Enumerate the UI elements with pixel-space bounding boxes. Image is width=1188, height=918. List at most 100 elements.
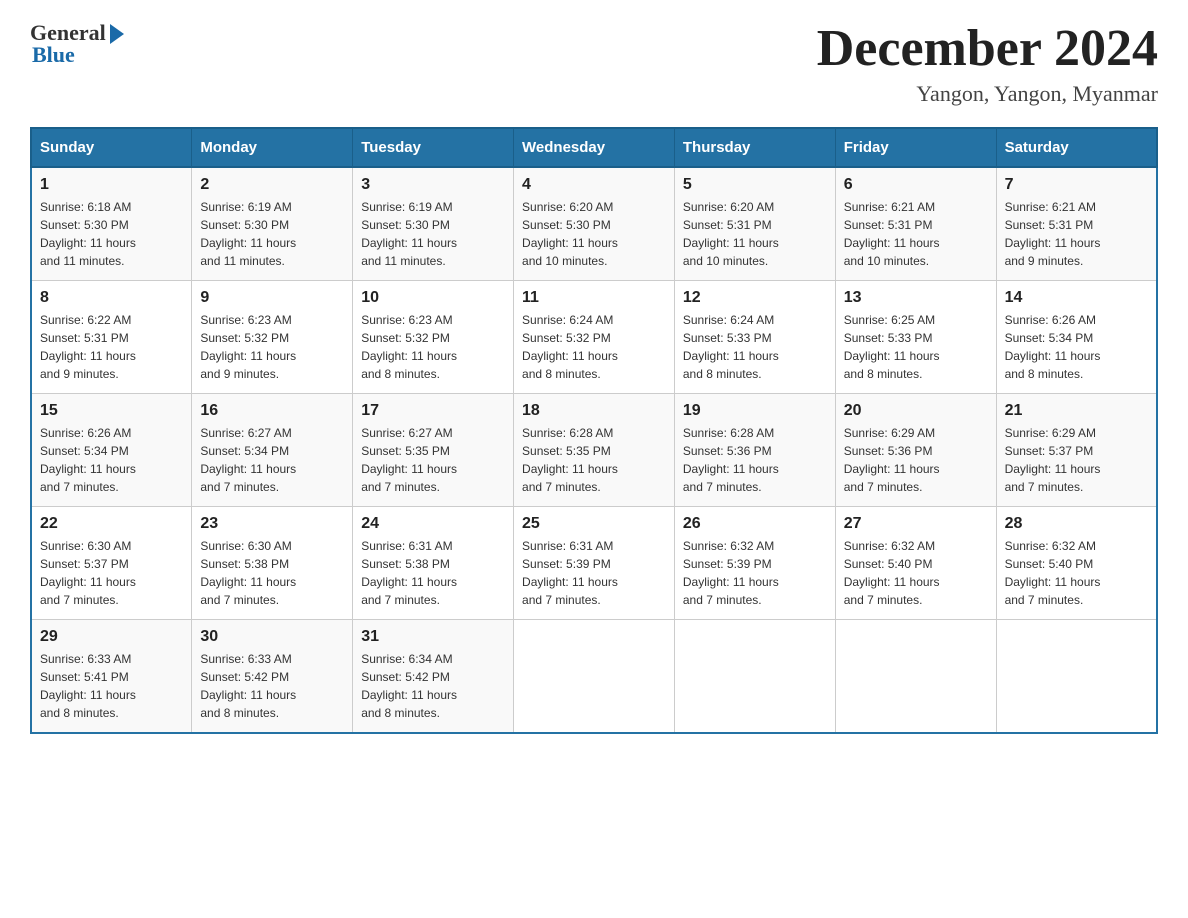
calendar-cell: 4 Sunrise: 6:20 AMSunset: 5:30 PMDayligh…	[514, 167, 675, 281]
day-number: 4	[522, 176, 666, 194]
day-info: Sunrise: 6:29 AMSunset: 5:37 PMDaylight:…	[1005, 426, 1101, 494]
title-section: December 2024 Yangon, Yangon, Myanmar	[817, 20, 1158, 107]
day-number: 2	[200, 176, 344, 194]
calendar-cell: 3 Sunrise: 6:19 AMSunset: 5:30 PMDayligh…	[353, 167, 514, 281]
day-number: 29	[40, 628, 183, 646]
header-day-tuesday: Tuesday	[353, 128, 514, 167]
logo-blue-text: Blue	[30, 42, 75, 68]
week-row-4: 22 Sunrise: 6:30 AMSunset: 5:37 PMDaylig…	[31, 507, 1157, 620]
day-number: 19	[683, 402, 827, 420]
day-number: 20	[844, 402, 988, 420]
day-info: Sunrise: 6:24 AMSunset: 5:33 PMDaylight:…	[683, 313, 779, 381]
calendar-cell	[835, 620, 996, 734]
day-number: 23	[200, 515, 344, 533]
day-info: Sunrise: 6:27 AMSunset: 5:34 PMDaylight:…	[200, 426, 296, 494]
day-number: 1	[40, 176, 183, 194]
day-info: Sunrise: 6:20 AMSunset: 5:30 PMDaylight:…	[522, 200, 618, 268]
week-row-2: 8 Sunrise: 6:22 AMSunset: 5:31 PMDayligh…	[31, 281, 1157, 394]
day-info: Sunrise: 6:32 AMSunset: 5:40 PMDaylight:…	[1005, 539, 1101, 607]
week-row-5: 29 Sunrise: 6:33 AMSunset: 5:41 PMDaylig…	[31, 620, 1157, 734]
day-info: Sunrise: 6:20 AMSunset: 5:31 PMDaylight:…	[683, 200, 779, 268]
calendar-cell: 6 Sunrise: 6:21 AMSunset: 5:31 PMDayligh…	[835, 167, 996, 281]
day-info: Sunrise: 6:28 AMSunset: 5:36 PMDaylight:…	[683, 426, 779, 494]
day-info: Sunrise: 6:26 AMSunset: 5:34 PMDaylight:…	[1005, 313, 1101, 381]
calendar-cell: 5 Sunrise: 6:20 AMSunset: 5:31 PMDayligh…	[674, 167, 835, 281]
calendar-cell: 22 Sunrise: 6:30 AMSunset: 5:37 PMDaylig…	[31, 507, 192, 620]
logo-arrow-icon	[110, 24, 124, 44]
day-number: 5	[683, 176, 827, 194]
header-day-wednesday: Wednesday	[514, 128, 675, 167]
calendar-cell: 15 Sunrise: 6:26 AMSunset: 5:34 PMDaylig…	[31, 394, 192, 507]
day-number: 9	[200, 289, 344, 307]
month-title: December 2024	[817, 20, 1158, 77]
calendar-cell: 7 Sunrise: 6:21 AMSunset: 5:31 PMDayligh…	[996, 167, 1157, 281]
day-number: 13	[844, 289, 988, 307]
day-number: 26	[683, 515, 827, 533]
calendar-cell: 19 Sunrise: 6:28 AMSunset: 5:36 PMDaylig…	[674, 394, 835, 507]
day-info: Sunrise: 6:30 AMSunset: 5:38 PMDaylight:…	[200, 539, 296, 607]
calendar-cell: 9 Sunrise: 6:23 AMSunset: 5:32 PMDayligh…	[192, 281, 353, 394]
calendar-cell: 20 Sunrise: 6:29 AMSunset: 5:36 PMDaylig…	[835, 394, 996, 507]
day-number: 10	[361, 289, 505, 307]
page-header: General Blue December 2024 Yangon, Yango…	[30, 20, 1158, 107]
day-info: Sunrise: 6:33 AMSunset: 5:41 PMDaylight:…	[40, 652, 136, 720]
day-info: Sunrise: 6:33 AMSunset: 5:42 PMDaylight:…	[200, 652, 296, 720]
day-info: Sunrise: 6:29 AMSunset: 5:36 PMDaylight:…	[844, 426, 940, 494]
day-info: Sunrise: 6:32 AMSunset: 5:39 PMDaylight:…	[683, 539, 779, 607]
logo: General Blue	[30, 20, 124, 68]
day-info: Sunrise: 6:21 AMSunset: 5:31 PMDaylight:…	[844, 200, 940, 268]
day-info: Sunrise: 6:21 AMSunset: 5:31 PMDaylight:…	[1005, 200, 1101, 268]
calendar-cell: 12 Sunrise: 6:24 AMSunset: 5:33 PMDaylig…	[674, 281, 835, 394]
calendar-table: SundayMondayTuesdayWednesdayThursdayFrid…	[30, 127, 1158, 734]
day-info: Sunrise: 6:25 AMSunset: 5:33 PMDaylight:…	[844, 313, 940, 381]
day-number: 17	[361, 402, 505, 420]
day-info: Sunrise: 6:32 AMSunset: 5:40 PMDaylight:…	[844, 539, 940, 607]
calendar-cell: 14 Sunrise: 6:26 AMSunset: 5:34 PMDaylig…	[996, 281, 1157, 394]
calendar-cell: 1 Sunrise: 6:18 AMSunset: 5:30 PMDayligh…	[31, 167, 192, 281]
day-info: Sunrise: 6:28 AMSunset: 5:35 PMDaylight:…	[522, 426, 618, 494]
calendar-cell: 28 Sunrise: 6:32 AMSunset: 5:40 PMDaylig…	[996, 507, 1157, 620]
day-info: Sunrise: 6:23 AMSunset: 5:32 PMDaylight:…	[361, 313, 457, 381]
calendar-cell: 31 Sunrise: 6:34 AMSunset: 5:42 PMDaylig…	[353, 620, 514, 734]
calendar-cell: 16 Sunrise: 6:27 AMSunset: 5:34 PMDaylig…	[192, 394, 353, 507]
calendar-cell: 24 Sunrise: 6:31 AMSunset: 5:38 PMDaylig…	[353, 507, 514, 620]
day-number: 25	[522, 515, 666, 533]
calendar-cell: 8 Sunrise: 6:22 AMSunset: 5:31 PMDayligh…	[31, 281, 192, 394]
calendar-cell: 18 Sunrise: 6:28 AMSunset: 5:35 PMDaylig…	[514, 394, 675, 507]
day-number: 12	[683, 289, 827, 307]
day-number: 27	[844, 515, 988, 533]
day-number: 31	[361, 628, 505, 646]
calendar-cell: 17 Sunrise: 6:27 AMSunset: 5:35 PMDaylig…	[353, 394, 514, 507]
calendar-cell: 2 Sunrise: 6:19 AMSunset: 5:30 PMDayligh…	[192, 167, 353, 281]
calendar-cell: 25 Sunrise: 6:31 AMSunset: 5:39 PMDaylig…	[514, 507, 675, 620]
day-number: 8	[40, 289, 183, 307]
day-info: Sunrise: 6:24 AMSunset: 5:32 PMDaylight:…	[522, 313, 618, 381]
day-number: 16	[200, 402, 344, 420]
calendar-cell: 11 Sunrise: 6:24 AMSunset: 5:32 PMDaylig…	[514, 281, 675, 394]
day-info: Sunrise: 6:31 AMSunset: 5:38 PMDaylight:…	[361, 539, 457, 607]
calendar-cell	[996, 620, 1157, 734]
day-info: Sunrise: 6:18 AMSunset: 5:30 PMDaylight:…	[40, 200, 136, 268]
day-number: 7	[1005, 176, 1148, 194]
calendar-cell: 21 Sunrise: 6:29 AMSunset: 5:37 PMDaylig…	[996, 394, 1157, 507]
day-number: 24	[361, 515, 505, 533]
day-number: 28	[1005, 515, 1148, 533]
calendar-cell	[674, 620, 835, 734]
calendar-cell: 27 Sunrise: 6:32 AMSunset: 5:40 PMDaylig…	[835, 507, 996, 620]
header-day-monday: Monday	[192, 128, 353, 167]
day-number: 11	[522, 289, 666, 307]
week-row-1: 1 Sunrise: 6:18 AMSunset: 5:30 PMDayligh…	[31, 167, 1157, 281]
day-info: Sunrise: 6:26 AMSunset: 5:34 PMDaylight:…	[40, 426, 136, 494]
day-number: 3	[361, 176, 505, 194]
day-number: 18	[522, 402, 666, 420]
calendar-cell: 30 Sunrise: 6:33 AMSunset: 5:42 PMDaylig…	[192, 620, 353, 734]
calendar-cell	[514, 620, 675, 734]
day-info: Sunrise: 6:31 AMSunset: 5:39 PMDaylight:…	[522, 539, 618, 607]
day-info: Sunrise: 6:27 AMSunset: 5:35 PMDaylight:…	[361, 426, 457, 494]
header-day-friday: Friday	[835, 128, 996, 167]
calendar-cell: 29 Sunrise: 6:33 AMSunset: 5:41 PMDaylig…	[31, 620, 192, 734]
day-number: 15	[40, 402, 183, 420]
calendar-cell: 23 Sunrise: 6:30 AMSunset: 5:38 PMDaylig…	[192, 507, 353, 620]
week-row-3: 15 Sunrise: 6:26 AMSunset: 5:34 PMDaylig…	[31, 394, 1157, 507]
day-number: 21	[1005, 402, 1148, 420]
